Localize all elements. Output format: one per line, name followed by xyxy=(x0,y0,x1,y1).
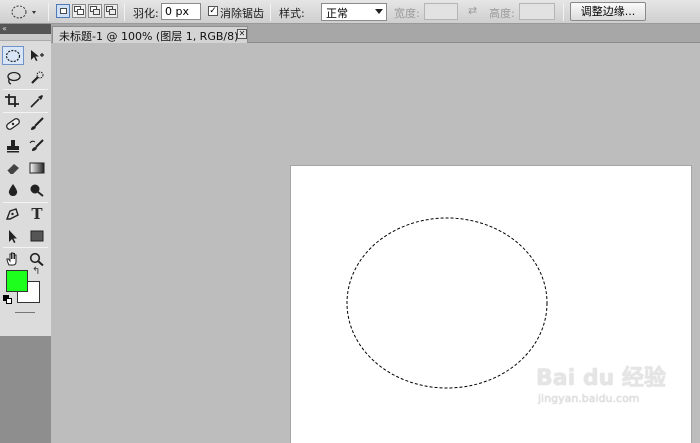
antialias-label: 消除锯齿 xyxy=(220,7,264,20)
rectangle-tool[interactable] xyxy=(26,226,48,245)
ellipse-marquee-icon xyxy=(5,49,21,62)
crop-tool[interactable] xyxy=(2,91,24,110)
lasso-icon xyxy=(7,71,21,85)
elliptical-marquee-tool[interactable] xyxy=(2,46,24,65)
options-bar: 羽化: ✓ 消除锯齿 样式: 正常 宽度: ⇄ 高度: 调整边缘... xyxy=(0,0,700,24)
gradient-icon xyxy=(29,162,45,173)
separator xyxy=(3,112,48,113)
feather-label: 羽化: xyxy=(133,7,159,20)
path-select-icon xyxy=(9,229,17,243)
quick-selection-icon xyxy=(31,71,44,84)
document-tab-bar: 未标题-1 @ 100% (图层 1, RGB/8) * ✕ xyxy=(51,24,700,43)
ellipse-marquee-icon xyxy=(11,5,36,19)
crop-icon xyxy=(5,93,19,107)
document-tab[interactable]: 未标题-1 @ 100% (图层 1, RGB/8) * xyxy=(52,26,248,43)
toolbox: « T ↰ xyxy=(0,24,51,443)
eyedropper-icon xyxy=(30,94,43,108)
separator xyxy=(563,3,564,21)
feather-input[interactable] xyxy=(161,3,201,20)
quick-mask-toggle[interactable] xyxy=(15,312,35,313)
width-label: 宽度: xyxy=(394,7,420,20)
path-selection-tool[interactable] xyxy=(2,226,24,245)
tool-preset-picker[interactable] xyxy=(9,4,39,20)
type-tool[interactable]: T xyxy=(26,204,48,223)
separator xyxy=(3,247,48,248)
pen-tool[interactable] xyxy=(2,204,24,223)
watermark-url: jingyan.baidu.com xyxy=(538,392,640,405)
hand-tool[interactable] xyxy=(2,249,24,268)
separator xyxy=(3,202,48,203)
toolbox-grip[interactable] xyxy=(0,34,51,41)
height-label: 高度: xyxy=(489,7,515,20)
hand-icon xyxy=(6,252,17,265)
lasso-tool[interactable] xyxy=(2,68,24,87)
document-tab-title: 未标题-1 @ 100% (图层 1, RGB/8) * xyxy=(59,30,248,43)
eraser-tool[interactable] xyxy=(2,158,24,177)
watermark-brand: Bai du 经验 xyxy=(536,366,666,391)
rectangle-icon xyxy=(30,230,44,241)
bandage-icon xyxy=(6,117,20,130)
close-icon[interactable]: ✕ xyxy=(237,29,247,39)
swap-width-height-icon[interactable]: ⇄ xyxy=(468,4,477,17)
brush-icon xyxy=(31,116,44,130)
drop-icon xyxy=(8,183,18,196)
toolbox-collapse[interactable]: « xyxy=(0,24,51,34)
subtract-from-selection-button[interactable] xyxy=(88,4,102,18)
chevron-down-icon xyxy=(375,9,383,14)
spot-healing-brush-tool[interactable] xyxy=(2,114,24,133)
style-label: 样式: xyxy=(279,7,305,20)
clone-stamp-tool[interactable] xyxy=(2,136,24,155)
antialias-checkbox[interactable]: ✓ xyxy=(208,6,218,16)
blur-tool[interactable] xyxy=(2,180,24,199)
eraser-icon xyxy=(6,163,19,174)
pen-icon xyxy=(5,207,19,220)
style-select-value: 正常 xyxy=(326,7,348,20)
magnifier-icon xyxy=(29,252,44,266)
height-input[interactable] xyxy=(519,3,555,20)
foreground-color-swatch[interactable] xyxy=(6,270,28,292)
brush-tool[interactable] xyxy=(26,114,48,133)
add-to-selection-button[interactable] xyxy=(72,4,86,18)
swap-colors-icon[interactable]: ↰ xyxy=(32,266,40,277)
new-selection-button[interactable] xyxy=(56,4,70,18)
move-tool[interactable] xyxy=(26,46,48,65)
style-select[interactable]: 正常 xyxy=(321,3,387,21)
default-colors-icon[interactable] xyxy=(3,295,13,305)
dodge-tool[interactable] xyxy=(26,180,48,199)
separator xyxy=(124,3,125,21)
width-input[interactable] xyxy=(424,3,458,20)
separator xyxy=(270,3,271,21)
gradient-tool[interactable] xyxy=(26,158,48,177)
move-icon xyxy=(31,49,44,61)
separator xyxy=(48,3,49,21)
intersect-selection-button[interactable] xyxy=(104,4,118,18)
history-brush-tool[interactable] xyxy=(26,136,48,155)
quick-selection-tool[interactable] xyxy=(26,68,48,87)
refine-edge-button[interactable]: 调整边缘... xyxy=(570,2,646,21)
eyedropper-tool[interactable] xyxy=(26,91,48,110)
stamp-icon xyxy=(7,139,19,152)
dodge-icon xyxy=(30,184,44,197)
toolbox-base xyxy=(0,336,51,443)
baidu-watermark: Bai du 经验 jingyan.baidu.com xyxy=(532,360,672,416)
history-brush-icon xyxy=(29,138,44,151)
separator xyxy=(3,89,48,90)
